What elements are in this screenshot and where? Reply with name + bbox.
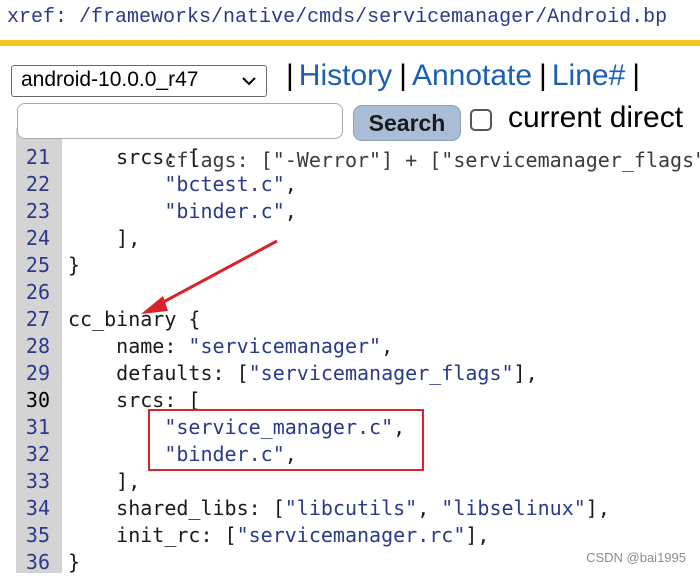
nav-link-annotate[interactable]: Annotate [412,59,539,92]
header-divider [0,40,700,46]
code-token: ], [68,469,141,493]
code-token: defaults: [ [68,361,249,385]
code-text: name: "servicemanager", [68,333,393,360]
code-token: , [381,334,394,358]
line-number[interactable]: 26 [16,279,50,306]
line-number[interactable]: 35 [16,522,50,549]
chevron-down-icon [242,77,256,86]
line-number[interactable]: 31 [16,414,50,441]
code-text: "bctest.c", [68,171,297,198]
code-token: , [417,496,442,520]
code-token: ], [465,523,490,547]
watermark: CSDN @bai1995 [586,550,686,565]
code-text: defaults: ["servicemanager_flags"], [68,360,538,387]
line-number[interactable]: 23 [16,198,50,225]
annotation-highlight-box [148,409,424,471]
nav-separator: | [539,59,547,92]
string-literal[interactable]: "servicemanager" [188,334,381,358]
version-select[interactable]: android-10.0.0_r47 [11,65,267,97]
line-number[interactable]: 27 [16,306,50,333]
code-token: srcs: [ [68,145,201,169]
string-literal[interactable]: "libselinux" [441,496,586,520]
line-number[interactable]: 24 [16,225,50,252]
code-token: init_rc: [ [68,523,237,547]
code-text: } [68,252,80,279]
nav-separator: | [632,59,641,92]
nav-separator: | [399,59,407,92]
breadcrumb: xref: /frameworks/native/cmds/serviceman… [0,0,700,40]
line-number[interactable]: 36 [16,549,50,576]
code-text: ], [68,225,140,252]
code-text: shared_libs: ["libcutils", "libselinux"]… [68,495,610,522]
line-number[interactable]: 30 [16,387,50,414]
code-text: "binder.c", [68,198,297,225]
line-number[interactable]: 25 [16,252,50,279]
code-text: } [68,549,80,576]
string-literal[interactable]: "binder.c" [164,199,284,223]
code-token: ], [513,361,538,385]
string-literal[interactable]: "libcutils" [285,496,417,520]
code-token: } [68,550,81,574]
line-number[interactable]: 29 [16,360,50,387]
line-number[interactable]: 28 [16,333,50,360]
code-token: cc_binary { [68,307,201,331]
current-directory-checkbox[interactable] [470,109,492,131]
search-input[interactable] [17,103,343,139]
code-text: init_rc: ["servicemanager.rc"], [68,522,489,549]
code-token: , [284,199,297,223]
nav-links: | History | Annotate | Line# | [286,59,645,99]
code-token: ], [68,226,141,250]
current-directory-label: current direct [508,101,684,134]
line-number[interactable]: 22 [16,171,50,198]
string-literal[interactable]: "servicemanager_flags" [249,361,514,385]
xref-prefix: xref: [7,6,68,29]
code-text: ], [68,468,140,495]
nav-separator: | [286,59,294,92]
code-token: , [284,172,297,196]
nav-link-line-numbers[interactable]: Line# [552,59,632,92]
code-token: } [68,253,81,277]
line-number[interactable]: 34 [16,495,50,522]
string-literal[interactable]: "bctest.c" [164,172,284,196]
search-button[interactable]: Search [353,105,461,141]
code-text: cc_binary { [68,306,200,333]
line-number[interactable]: 21 [16,144,50,171]
line-number[interactable]: 32 [16,441,50,468]
line-number[interactable]: 33 [16,468,50,495]
code-token: name: [68,334,189,358]
code-token: ], [585,496,610,520]
file-path[interactable]: /frameworks/native/cmds/servicemanager/A… [79,6,667,29]
version-value: android-10.0.0_r47 [21,68,199,91]
string-literal[interactable]: "servicemanager.rc" [237,523,466,547]
code-view: cflags: ["-Werror"] + ["servicemanager_f… [0,128,700,576]
nav-link-history[interactable]: History [299,59,399,92]
code-token: shared_libs: [ [68,496,285,520]
code-text: srcs: [ [68,144,200,171]
